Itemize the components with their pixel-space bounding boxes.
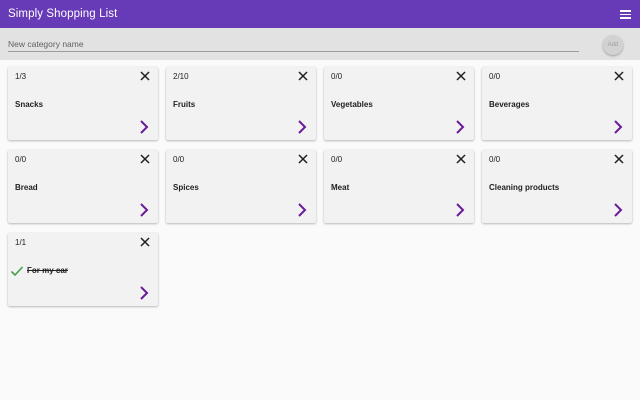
close-icon[interactable] [297,70,309,82]
add-category-button[interactable]: Add [603,35,623,55]
category-card-vegetables[interactable]: 0/0 Vegetables [324,67,474,140]
category-card-fruits[interactable]: 2/10 Fruits [166,67,316,140]
category-card-snacks[interactable]: 1/3 Snacks [8,67,158,140]
item-count: 0/0 [489,72,501,81]
chevron-right-icon[interactable] [138,202,150,218]
close-icon[interactable] [139,153,151,165]
category-card-meat[interactable]: 0/0 Meat [324,150,474,223]
category-name: For my car [27,266,68,275]
close-icon[interactable] [297,153,309,165]
category-name: Meat [331,183,350,192]
chevron-right-icon[interactable] [138,285,150,301]
category-name: Fruits [173,100,196,109]
new-category-input[interactable] [8,36,579,52]
category-card-for-my-car[interactable]: 1/1 For my car [8,233,158,306]
chevron-right-icon[interactable] [612,202,624,218]
category-name: Beverages [489,100,530,109]
app-title: Simply Shopping List [8,8,118,20]
close-icon[interactable] [139,70,151,82]
chevron-right-icon[interactable] [612,119,624,135]
add-category-bar [0,28,640,60]
item-count: 0/0 [173,155,185,164]
chevron-right-icon[interactable] [296,202,308,218]
category-card-bread[interactable]: 0/0 Bread [8,150,158,223]
item-count: 1/3 [15,72,27,81]
category-name: Vegetables [331,100,373,109]
category-card-spices[interactable]: 0/0 Spices [166,150,316,223]
category-name: Spices [173,183,199,192]
chevron-right-icon[interactable] [454,202,466,218]
item-count: 0/0 [331,72,343,81]
category-name: Cleaning products [489,183,560,192]
category-card-cleaning-products[interactable]: 0/0 Cleaning products [482,150,632,223]
close-icon[interactable] [613,70,625,82]
category-grid: 1/3 Snacks 2/10 Fruits 0/0 Vegetables 0/… [8,67,632,306]
item-count: 1/1 [15,238,27,247]
category-name: Snacks [15,100,44,109]
category-name: Bread [15,183,38,192]
chevron-right-icon[interactable] [296,119,308,135]
item-count: 2/10 [173,72,189,81]
chevron-right-icon[interactable] [138,119,150,135]
chevron-right-icon[interactable] [454,119,466,135]
item-count: 0/0 [331,155,343,164]
category-card-beverages[interactable]: 0/0 Beverages [482,67,632,140]
close-icon[interactable] [613,153,625,165]
check-icon [10,264,24,277]
app-bar: Simply Shopping List [0,0,640,28]
item-count: 0/0 [489,155,501,164]
close-icon[interactable] [455,153,467,165]
hamburger-menu-icon[interactable] [620,9,632,19]
close-icon[interactable] [455,70,467,82]
item-count: 0/0 [15,155,27,164]
close-icon[interactable] [139,236,151,248]
